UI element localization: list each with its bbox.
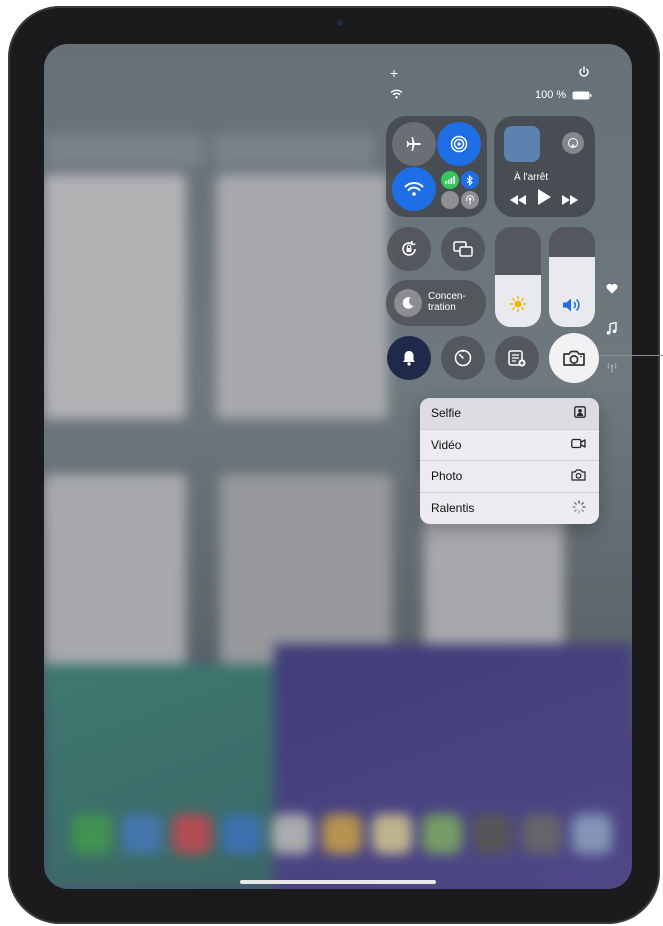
- front-camera: [337, 20, 343, 26]
- camera-button[interactable]: [549, 333, 599, 383]
- airplane-mode-toggle[interactable]: [392, 122, 436, 166]
- camera-icon: [571, 469, 586, 484]
- speaker-icon: [549, 297, 595, 313]
- play-icon: [538, 189, 551, 205]
- bluetooth-toggle[interactable]: [461, 171, 479, 189]
- heart-icon[interactable]: [606, 283, 618, 297]
- airplay-icon: [568, 138, 578, 148]
- video-camera-icon: [571, 438, 586, 452]
- fast-forward-button[interactable]: [562, 192, 578, 210]
- hotspot-icon: [466, 195, 474, 205]
- battery-percentage: 100 %: [535, 89, 567, 101]
- screen-mirroring-button[interactable]: [441, 227, 485, 271]
- antenna-icon[interactable]: [606, 362, 618, 376]
- rotation-lock-toggle[interactable]: [387, 227, 431, 271]
- focus-label-line1: Concen-: [428, 291, 466, 302]
- menu-item-label: Photo: [431, 469, 463, 484]
- rotation-lock-icon: [402, 241, 416, 256]
- focus-button[interactable]: Concen- tration: [386, 280, 486, 326]
- camera-icon: [563, 350, 585, 366]
- play-button[interactable]: [538, 189, 551, 210]
- fast-forward-icon: [562, 195, 578, 205]
- cellular-data-toggle[interactable]: [441, 171, 459, 189]
- menu-item-slomo[interactable]: Ralentis: [420, 493, 599, 525]
- connectivity-module: [386, 116, 487, 217]
- airdrop-icon: [450, 135, 468, 153]
- bluetooth-icon: [466, 174, 473, 186]
- moon-icon: [394, 289, 422, 317]
- power-icon[interactable]: [578, 66, 590, 81]
- menu-item-photo[interactable]: Photo: [420, 461, 599, 493]
- focus-label: Concen- tration: [428, 291, 466, 313]
- callout-line: [600, 355, 663, 356]
- quick-note-button[interactable]: [495, 336, 539, 380]
- hotspot-toggle[interactable]: [461, 191, 479, 209]
- menu-item-video[interactable]: Vidéo: [420, 430, 599, 461]
- cellular-icon: [445, 176, 455, 184]
- airdrop-toggle[interactable]: [437, 122, 481, 166]
- volume-level: [549, 257, 595, 327]
- timer-icon: [454, 349, 472, 367]
- menu-item-label: Selfie: [431, 406, 462, 421]
- menu-item-label: Ralentis: [431, 501, 475, 516]
- screen-mirroring-icon: [453, 241, 473, 257]
- bell-icon: [403, 351, 415, 366]
- timer-button[interactable]: [441, 336, 485, 380]
- wifi-icon: [404, 182, 424, 196]
- vpn-toggle[interactable]: [441, 191, 459, 209]
- album-artwork: [504, 126, 540, 162]
- wifi-toggle[interactable]: [392, 167, 436, 211]
- now-playing-module[interactable]: À l'arrêt: [494, 116, 595, 217]
- music-note-icon[interactable]: [606, 321, 617, 338]
- silent-mode-toggle[interactable]: [387, 336, 431, 380]
- rewind-icon: [510, 195, 526, 205]
- add-control-button[interactable]: +: [390, 65, 398, 81]
- focus-label-line2: tration: [428, 302, 456, 313]
- menu-item-label: Vidéo: [431, 437, 462, 452]
- home-indicator[interactable]: [240, 880, 436, 884]
- airplane-icon: [406, 137, 421, 151]
- selfie-portrait-icon: [574, 405, 586, 421]
- slo-mo-icon: [572, 500, 586, 517]
- volume-slider[interactable]: [549, 227, 595, 327]
- playback-state: À l'arrêt: [514, 172, 549, 183]
- sun-icon: [495, 295, 541, 313]
- rewind-button[interactable]: [510, 192, 526, 210]
- camera-mode-menu: Selfie Vidéo Photo Ralentis: [420, 398, 599, 524]
- quick-note-icon: [508, 350, 526, 367]
- airplay-button[interactable]: [562, 132, 584, 154]
- wifi-status-icon: [390, 89, 403, 102]
- brightness-slider[interactable]: [495, 227, 541, 327]
- battery-icon: [572, 91, 592, 103]
- menu-item-selfie[interactable]: Selfie: [420, 398, 599, 430]
